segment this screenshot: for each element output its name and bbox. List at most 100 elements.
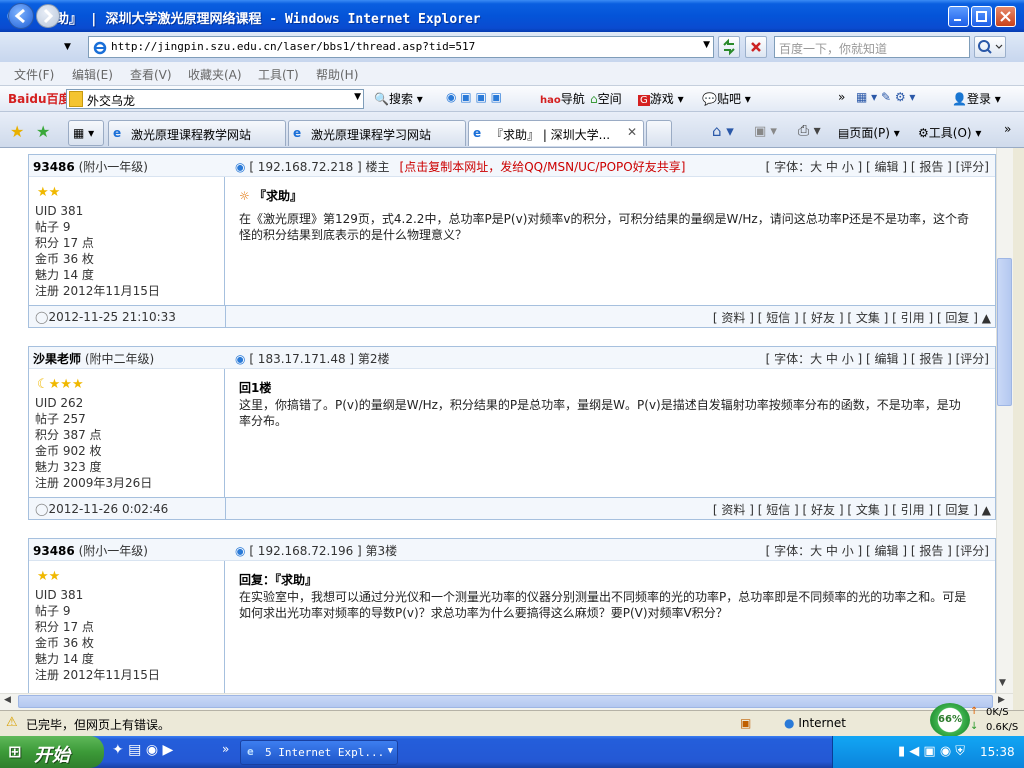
back-button[interactable] bbox=[8, 3, 34, 29]
upload-speed: 0K/S bbox=[986, 707, 1009, 718]
post-title: 回1楼 bbox=[239, 381, 272, 395]
taskbar-ie-group[interactable]: e 5 Internet Expl... ▼ bbox=[240, 740, 398, 765]
close-tab-icon[interactable]: ✕ bbox=[627, 125, 637, 139]
post-floor-1: 93486 (附小一年级) ★★ UID 381 帖子 9 积分 17 点金币 36… bbox=[28, 154, 996, 328]
vertical-scroll-thumb[interactable] bbox=[997, 258, 1012, 406]
address-dropdown-icon[interactable]: ▼ bbox=[703, 40, 710, 50]
download-speed: 0.6K/S bbox=[986, 722, 1019, 733]
baidu-dropdown-icon[interactable]: ▼ bbox=[354, 92, 361, 102]
new-tab-button[interactable] bbox=[646, 120, 672, 146]
scroll-right-arrow-icon[interactable]: ▶ bbox=[998, 695, 1005, 705]
address-bar[interactable]: http://jingpin.szu.edu.cn/laser/bbs1/thr… bbox=[88, 36, 714, 58]
download-arrow-icon: ↓ bbox=[970, 721, 979, 732]
status-text: 已完毕，但网页上有错误。 bbox=[26, 718, 171, 732]
user-info: UID 381 帖子 9 积分 17 点金币 36 枚魅力 14 度注册 2012年… bbox=[35, 588, 160, 682]
window-title: 『求助』 | 深圳大学激光原理网络课程 - Windows Internet E… bbox=[30, 12, 481, 27]
windows-logo-icon: ⊞ bbox=[8, 742, 22, 761]
add-favorite-icon[interactable]: ★ bbox=[36, 122, 50, 141]
post-header: ◉ [ 192.168.72.196 ] 第3楼 [ 字体：大 中 小 ] [ … bbox=[225, 539, 995, 561]
post-actions[interactable]: [ 资料 ] [ 短信 ] [ 好友 ] [ 文集 ] [ 引用 ] [ 回复 … bbox=[713, 309, 991, 326]
ie-tab-icon: e bbox=[113, 126, 122, 140]
moon-icon: ☾ bbox=[37, 377, 49, 392]
baidu-more-icon[interactable]: » bbox=[838, 90, 845, 104]
menu-help[interactable]: 帮助(H) bbox=[316, 66, 358, 83]
search-button[interactable] bbox=[974, 36, 1006, 58]
baidu-space-button[interactable]: ⌂空间 bbox=[590, 90, 622, 107]
baidu-search-button[interactable]: 🔍搜索 ▾ bbox=[374, 90, 423, 107]
menu-tools[interactable]: 工具(T) bbox=[258, 66, 299, 83]
post-tools[interactable]: [ 字体：大 中 小 ] [ 编辑 ] [ 报告 ] [评分] bbox=[766, 350, 989, 367]
window-title-bar[interactable]: 『求助』 | 深圳大学激光原理网络课程 - Windows Internet E… bbox=[0, 0, 1024, 32]
menu-view[interactable]: 查看(V) bbox=[130, 66, 172, 83]
scroll-left-arrow-icon[interactable]: ◀ bbox=[4, 695, 11, 705]
refresh-button[interactable] bbox=[718, 36, 740, 58]
baidu-logo[interactable]: Baidu百度 bbox=[8, 90, 71, 107]
sun-icon: ☼ bbox=[239, 189, 250, 203]
warning-icon[interactable]: ⚠ bbox=[6, 715, 18, 730]
post-title: ☼ 『求助』 bbox=[239, 189, 302, 203]
history-dropdown-icon[interactable]: ▼ bbox=[64, 42, 71, 52]
menu-favorites[interactable]: 收藏夹(A) bbox=[188, 66, 242, 83]
minimize-button[interactable] bbox=[948, 6, 969, 27]
tools-menu-button[interactable]: ⚙工具(O) ▾ bbox=[918, 124, 981, 141]
clock-icon: ◯ bbox=[35, 502, 49, 516]
tab-current[interactable]: e 『求助』 | 深圳大学... ✕ bbox=[468, 120, 644, 146]
tab-course-learning[interactable]: e 激光原理课程学习网站 bbox=[288, 120, 466, 146]
page-menu-button[interactable]: ▤页面(P) ▾ bbox=[838, 124, 900, 141]
post-tools[interactable]: [ 字体：大 中 小 ] [ 编辑 ] [ 报告 ] [评分] bbox=[766, 158, 989, 175]
scroll-down-arrow-icon[interactable]: ▼ bbox=[999, 678, 1006, 688]
print-icon[interactable]: ⎙ ▾ bbox=[798, 123, 821, 139]
gear-icon: ⚙ bbox=[918, 126, 929, 140]
vertical-scrollbar[interactable] bbox=[996, 148, 1013, 693]
more-tools-icon[interactable]: » bbox=[1004, 122, 1011, 136]
quick-tabs-button[interactable]: ▦ ▾ bbox=[68, 120, 104, 146]
share-link[interactable]: [点击复制本网址，发给QQ/MSN/UC/POPO好友共享] bbox=[400, 160, 686, 174]
security-zone: ● Internet bbox=[784, 716, 846, 730]
baidu-tool-icons[interactable]: ◉ ▣ ▣ ▣ bbox=[446, 90, 502, 104]
stop-button[interactable] bbox=[745, 36, 767, 58]
menu-edit[interactable]: 编辑(E) bbox=[72, 66, 113, 83]
post-ip: ◉ [ 183.17.171.48 ] 第2楼 bbox=[235, 352, 390, 366]
star-icon: ★★ bbox=[37, 185, 61, 200]
menu-file[interactable]: 文件(F) bbox=[14, 66, 54, 83]
forward-button[interactable] bbox=[36, 4, 60, 28]
user-info: UID 381 帖子 9 积分 17 点金币 36 枚魅力 14 度注册 2012年… bbox=[35, 204, 160, 298]
start-button[interactable]: ⊞ 开始 bbox=[0, 736, 104, 768]
quick-launch-icons[interactable]: ✦ ▤ ◉ ▶ bbox=[112, 742, 173, 758]
post-header: ◉ [ 183.17.171.48 ] 第2楼 [ 字体：大 中 小 ] [ 编… bbox=[225, 347, 995, 369]
post-username[interactable]: 93486 (附小一年级) bbox=[33, 542, 148, 559]
baidu-login-button[interactable]: 👤登录 ▾ bbox=[952, 90, 1001, 107]
rank-stars: ★★ bbox=[37, 569, 60, 584]
home-icon[interactable]: ⌂ ▾ bbox=[712, 122, 734, 140]
tab-course-teaching[interactable]: e 激光原理课程教学网站 bbox=[108, 120, 286, 146]
post-footer: ◯2012-11-25 21:10:33 [ 资料 ] [ 短信 ] [ 好友 … bbox=[29, 305, 995, 328]
baidu-games-button[interactable]: G 游戏 ▾ bbox=[638, 90, 684, 107]
rank-stars: ★★ bbox=[37, 185, 60, 200]
baidu-nav-button[interactable]: hao导航 bbox=[540, 90, 585, 107]
horizontal-scroll-thumb[interactable] bbox=[18, 695, 993, 708]
speed-meter[interactable]: 66% bbox=[930, 703, 970, 737]
maximize-button[interactable] bbox=[971, 6, 992, 27]
close-button[interactable] bbox=[995, 6, 1016, 27]
star-icon: ★★ bbox=[37, 569, 61, 584]
post-username[interactable]: 沙果老师 (附中二年级) bbox=[33, 350, 154, 367]
feeds-icon[interactable]: ▣ ▾ bbox=[754, 124, 777, 139]
top-arrow-icon: ▲ bbox=[981, 311, 991, 325]
post-body: 在实验室中，我想可以通过分光仪和一个测量光功率的仪器分别测量出不同频率的光的功率… bbox=[239, 590, 967, 620]
favorites-star-icon[interactable]: ★ bbox=[10, 122, 24, 141]
rank-stars: ☾★★★ bbox=[37, 377, 84, 392]
baidu-tieba-button[interactable]: 💬贴吧 ▾ bbox=[702, 90, 751, 107]
quick-launch-more-icon[interactable]: » bbox=[222, 742, 229, 756]
tray-icons[interactable]: ▮ ◀ ▣ ◉ ⛨ bbox=[898, 744, 965, 759]
baidu-input-icon bbox=[69, 91, 83, 107]
post-time: ◯2012-11-25 21:10:33 bbox=[35, 310, 176, 324]
post-tools[interactable]: [ 字体：大 中 小 ] [ 编辑 ] [ 报告 ] [评分] bbox=[766, 542, 989, 559]
baidu-search-input[interactable]: 外交乌龙 ▼ bbox=[66, 89, 364, 109]
star-icon: ★★★ bbox=[48, 377, 84, 392]
baidu-extra-icons[interactable]: ▦ ▾ ✎ ⚙ ▾ bbox=[856, 90, 915, 104]
post-actions[interactable]: [ 资料 ] [ 短信 ] [ 好友 ] [ 文集 ] [ 引用 ] [ 回复 … bbox=[713, 501, 991, 518]
post-username[interactable]: 93486 (附小一年级) bbox=[33, 158, 148, 175]
protected-mode-icon[interactable]: ▣ bbox=[740, 716, 751, 730]
search-input[interactable]: 百度一下，你就知道 bbox=[774, 36, 970, 58]
taskbar-clock[interactable]: 15:38 bbox=[980, 745, 1015, 759]
